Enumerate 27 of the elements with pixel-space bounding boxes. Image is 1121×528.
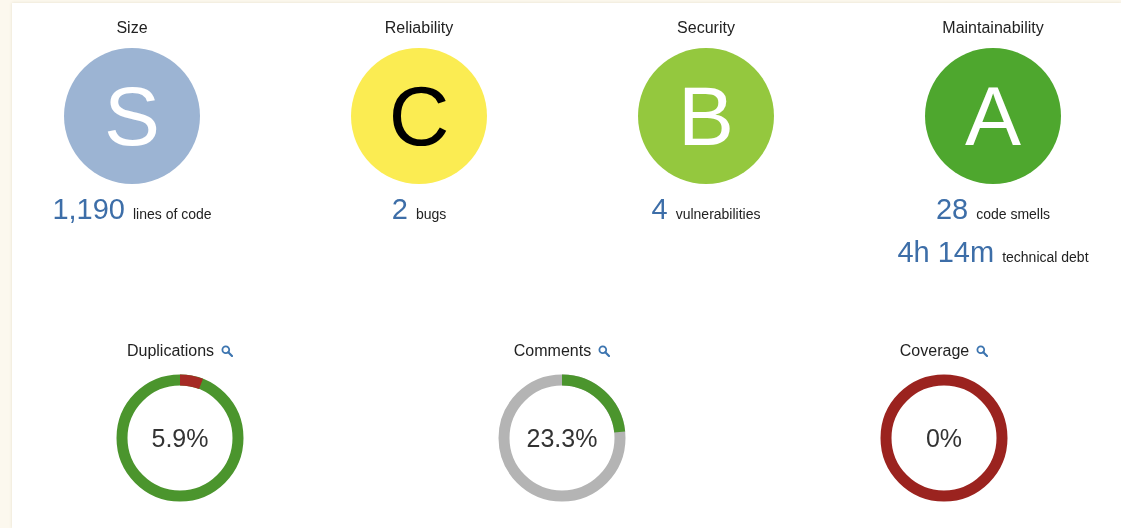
grade-circle: C bbox=[351, 48, 487, 184]
rating-title: Maintainability bbox=[942, 18, 1044, 38]
measure-label: code smells bbox=[976, 205, 1051, 224]
metric-value: 5.9% bbox=[151, 423, 209, 453]
metric-value: 0% bbox=[925, 423, 963, 453]
metric-title: Coverage bbox=[899, 341, 970, 361]
rating-title: Security bbox=[677, 18, 735, 38]
measure-label: vulnerabilities bbox=[675, 205, 761, 224]
measure-value[interactable]: 4h 14m bbox=[897, 235, 995, 269]
measure-value[interactable]: 28 bbox=[935, 192, 969, 226]
measure-label: technical debt bbox=[1002, 248, 1089, 267]
grade-circle: S bbox=[64, 48, 200, 184]
rating-title: Reliability bbox=[384, 18, 454, 38]
measure-value[interactable]: 2 bbox=[391, 192, 408, 226]
search-icon[interactable] bbox=[221, 345, 234, 357]
measure-value[interactable]: 4 bbox=[651, 192, 668, 226]
metric-title: Duplications bbox=[126, 341, 215, 361]
measure-value[interactable]: 1,190 bbox=[52, 192, 125, 226]
rating-title: Size bbox=[116, 18, 148, 38]
search-icon[interactable] bbox=[598, 345, 611, 357]
grade-circle: B bbox=[638, 48, 774, 184]
search-icon[interactable] bbox=[976, 345, 989, 357]
grade-circle: A bbox=[925, 48, 1061, 184]
metric-value: 23.3% bbox=[526, 423, 598, 453]
metric-title: Comments bbox=[513, 341, 592, 361]
measure-label: lines of code bbox=[133, 205, 212, 224]
measure-label: bugs bbox=[415, 205, 447, 224]
